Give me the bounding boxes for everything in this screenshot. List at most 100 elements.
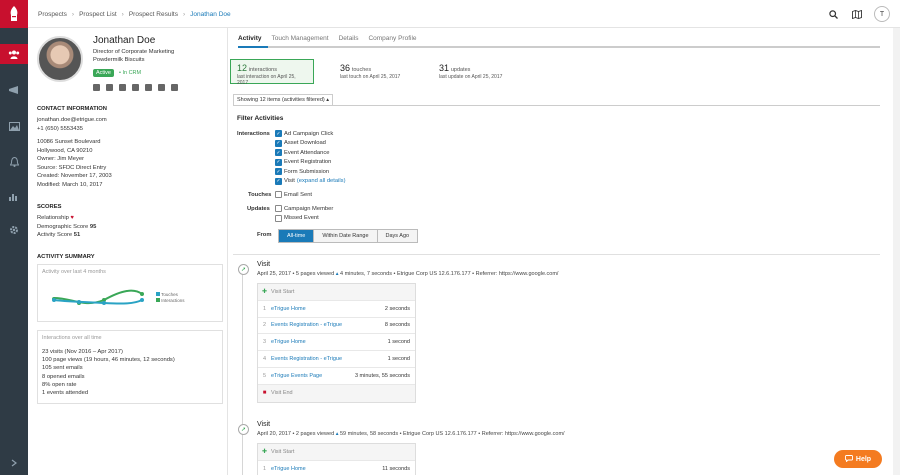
page-link[interactable]: eTrigue Events Page	[271, 373, 355, 379]
nav-rail	[0, 0, 28, 475]
user-avatar[interactable]: T	[874, 6, 890, 22]
page-link[interactable]: Events Registration - eTrigue	[271, 356, 388, 362]
checkbox-checked-icon[interactable]: ✓	[275, 177, 282, 185]
visit-start-row: ✚ Visit Start	[258, 284, 415, 301]
checkbox-label: Email Sent	[284, 191, 313, 198]
checkbox-unchecked-icon[interactable]	[275, 191, 282, 198]
visit-start-row: ✚ Visit Start	[258, 444, 415, 461]
list-icon[interactable]	[158, 84, 165, 91]
page-duration: 1 second	[387, 356, 410, 363]
checkbox-label: Ad Campaign Click	[284, 130, 334, 137]
visit-start-icon: ✚	[261, 449, 268, 456]
visit-end-row: ■ Visit End	[258, 384, 415, 402]
table-row: 2 Events Registration - eTrigue 8 seconds	[258, 318, 415, 335]
breadcrumb-prospects[interactable]: Prospects	[38, 11, 67, 18]
all-time-line: 23 visits (Nov 2016 – Apr 2017)	[42, 349, 123, 355]
checkbox-checked-icon[interactable]: ✓	[275, 168, 282, 175]
profile-company: Powdermilk Biscuits	[93, 57, 145, 63]
all-time-card: Interactions over all time 23 visits (No…	[37, 330, 223, 404]
contact-heading: CONTACT INFORMATION	[37, 106, 107, 112]
updates-stat[interactable]: 31 updates last update on April 25, 2017	[439, 63, 502, 80]
filter-event-attendance[interactable]: ✓ Event Attendance	[275, 149, 329, 156]
crm-status: • In CRM	[119, 70, 142, 76]
filter-asset-download[interactable]: ✓ Asset Download	[275, 139, 326, 147]
brand-logo-icon[interactable]	[0, 0, 28, 28]
filter-visit[interactable]: ✓ Visit (expand all details)	[275, 177, 346, 185]
contact-email[interactable]: jonathan.doe@etrigue.com	[37, 116, 112, 125]
tab-bar: Activity Touch Management Details Compan…	[238, 35, 417, 46]
filter-form-submission[interactable]: ✓ Form Submission	[275, 168, 329, 175]
activity-score-value: 51	[73, 232, 81, 238]
checkbox-checked-icon[interactable]: ✓	[275, 130, 282, 137]
nav-campaigns-icon[interactable]	[0, 80, 28, 100]
main-content: Activity Touch Management Details Compan…	[228, 28, 900, 475]
filter-missed-event[interactable]: Missed Event	[275, 214, 319, 222]
range-days-ago[interactable]: Days Ago	[377, 230, 418, 242]
tab-company-profile[interactable]: Company Profile	[368, 35, 416, 46]
page-duration: 1 second	[387, 339, 410, 346]
relationship-heart-icon: ♥	[70, 215, 74, 221]
all-time-line: 100 page views (19 hours, 46 minutes, 12…	[42, 357, 175, 364]
help-button[interactable]: Help	[834, 450, 882, 468]
filter-divider	[233, 105, 880, 106]
expand-all-details-link[interactable]: (expand all details)	[297, 178, 346, 184]
breadcrumb-prospect-list[interactable]: Prospect List	[79, 11, 117, 18]
table-row: 1 eTrigue Home 11 seconds	[258, 461, 415, 475]
activity-chart-title: Activity over last 4 months	[42, 269, 106, 275]
nav-prospects-icon[interactable]	[0, 44, 28, 64]
nav-settings-icon[interactable]	[0, 220, 28, 240]
tab-activity[interactable]: Activity	[238, 35, 261, 46]
checkbox-unchecked-icon[interactable]	[275, 205, 282, 212]
page-scrollbar[interactable]	[893, 28, 900, 475]
contact-block: jonathan.doe@etrigue.com +1 (650) 555343…	[37, 116, 112, 189]
breadcrumb: Prospects › Prospect List › Prospect Results…	[38, 11, 231, 18]
interactions-label: interactions	[248, 67, 277, 73]
checkbox-label: Form Submission	[284, 168, 330, 175]
profile-action-icons	[93, 84, 178, 91]
map-icon[interactable]	[850, 7, 864, 21]
filter-toggle[interactable]: Showing 12 items (activities filtered) ▴	[233, 94, 334, 105]
profile-photo	[37, 36, 83, 82]
checkbox-label: Event Attendance	[284, 149, 330, 156]
all-time-line: 8 opened emails	[42, 373, 85, 380]
breadcrumb-prospect-results[interactable]: Prospect Results	[129, 11, 178, 18]
range-all-time[interactable]: All-time	[279, 230, 315, 242]
touches-stat[interactable]: 36 touches last touch on April 25, 2017	[340, 63, 400, 80]
search-icon[interactable]	[826, 7, 840, 21]
tag-icon[interactable]	[145, 84, 152, 91]
contact-address-line2: Hollywood, CA 90210	[37, 147, 93, 154]
car-icon[interactable]	[119, 84, 126, 91]
visit-end-icon: ■	[262, 390, 267, 397]
page-link[interactable]: eTrigue Home	[271, 339, 388, 345]
filter-ad-campaign-click[interactable]: ✓ Ad Campaign Click	[275, 130, 333, 137]
group-icon[interactable]	[132, 84, 139, 91]
contact-owner: Owner: Jim Meyer	[37, 156, 85, 162]
contact-created: Created: November 17, 2003	[37, 173, 112, 179]
nav-reports-icon[interactable]	[0, 186, 28, 206]
table-row: 1 eTrigue Home 2 seconds	[258, 301, 415, 318]
tab-touch-management[interactable]: Touch Management	[271, 35, 328, 46]
range-within-date-range[interactable]: Within Date Range	[314, 230, 378, 242]
section-divider	[233, 254, 880, 255]
checkbox-checked-icon[interactable]: ✓	[275, 139, 282, 147]
page-link[interactable]: eTrigue Home	[271, 466, 382, 472]
demographic-score-value: 95	[89, 223, 97, 230]
page-link[interactable]: eTrigue Home	[271, 306, 385, 312]
send-email-icon[interactable]	[93, 84, 100, 91]
delete-icon[interactable]	[171, 84, 178, 91]
expand-rail-chevron-icon[interactable]	[0, 453, 28, 473]
visit-meta-details: 59 minutes, 58 seconds • Etrigue Corp US…	[339, 431, 565, 437]
checkbox-checked-icon[interactable]: ✓	[275, 149, 282, 156]
tab-details[interactable]: Details	[339, 35, 359, 46]
legend-touches: Touches	[161, 292, 178, 297]
nav-alerts-icon[interactable]	[0, 152, 28, 172]
page-link[interactable]: Events Registration - eTrigue	[271, 322, 385, 328]
filter-email-sent[interactable]: Email Sent	[275, 191, 312, 198]
checkbox-unchecked-icon[interactable]	[275, 214, 282, 222]
interactions-stat[interactable]: 12 interactions last interaction on Apri…	[230, 59, 314, 86]
filter-event-registration[interactable]: ✓ Event Registration	[275, 158, 331, 166]
filter-campaign-member[interactable]: Campaign Member	[275, 205, 333, 212]
checkbox-checked-icon[interactable]: ✓	[275, 158, 282, 166]
nav-content-icon[interactable]	[0, 116, 28, 136]
cloud-sync-icon[interactable]	[106, 84, 113, 91]
